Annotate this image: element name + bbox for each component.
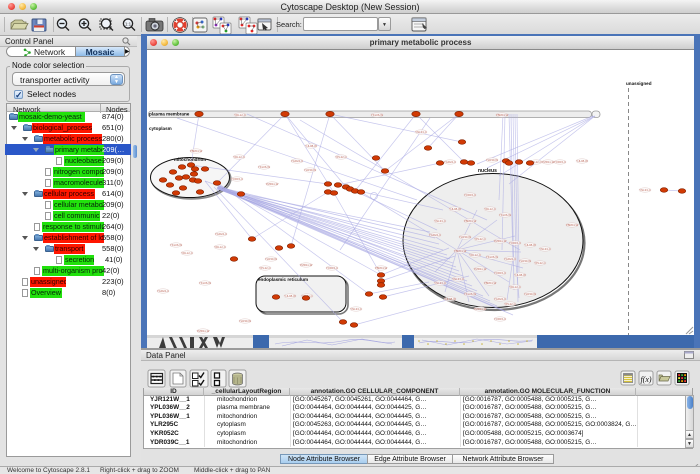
svg-text:plasma membrane: plasma membrane	[149, 112, 190, 117]
svg-text:YOR15-C: YOR15-C	[494, 271, 506, 275]
svg-text:YBR04-W: YBR04-W	[464, 219, 477, 223]
svg-text:YJL08-W: YJL08-W	[444, 297, 456, 301]
svg-text:YKL06-W: YKL06-W	[170, 243, 182, 247]
svg-text:YBR04-W: YBR04-W	[190, 149, 203, 153]
svg-text:YGR24-C: YGR24-C	[444, 160, 456, 164]
svg-text:YGR24-C: YGR24-C	[291, 159, 303, 163]
svg-text:nucleus: nucleus	[478, 168, 497, 174]
svg-text:YMR11-W: YMR11-W	[542, 160, 555, 164]
svg-text:YMR11-W: YMR11-W	[494, 239, 507, 243]
svg-text:YNL33-C: YNL33-C	[434, 281, 446, 285]
svg-text:YJL08-W: YJL08-W	[449, 207, 461, 211]
svg-text:YLR30-W: YLR30-W	[524, 292, 536, 296]
svg-text:YGR24-C: YGR24-C	[504, 257, 516, 261]
svg-text:YBR04-W: YBR04-W	[375, 266, 388, 270]
svg-text:YPL22-C: YPL22-C	[504, 302, 515, 306]
svg-text:YMR11-W: YMR11-W	[300, 263, 313, 267]
svg-text:mitochondrion: mitochondrion	[174, 157, 206, 162]
svg-text:YMR11-W: YMR11-W	[266, 182, 279, 186]
svg-text:YDL12-C: YDL12-C	[233, 155, 245, 159]
svg-text:YDL12-C: YDL12-C	[181, 251, 193, 255]
svg-text:YLR30-W: YLR30-W	[459, 235, 471, 239]
svg-text:YMR11-W: YMR11-W	[197, 329, 210, 333]
svg-text:YGR24-C: YGR24-C	[215, 232, 227, 236]
svg-text:YBR04-W: YBR04-W	[496, 113, 509, 117]
svg-text:YDL12-C: YDL12-C	[509, 285, 521, 289]
svg-text:YPL22-C: YPL22-C	[474, 237, 485, 241]
svg-text:YJL08-W: YJL08-W	[524, 243, 536, 247]
svg-text:YPL22-C: YPL22-C	[259, 266, 270, 270]
svg-text:YNL33-C: YNL33-C	[415, 130, 427, 134]
svg-text:YDL12-C: YDL12-C	[469, 253, 481, 257]
svg-text:YDL12-C: YDL12-C	[484, 207, 496, 211]
svg-text:cytoplasm: cytoplasm	[149, 126, 172, 131]
svg-text:YNL33-C: YNL33-C	[434, 219, 446, 223]
svg-text:YNL33-C: YNL33-C	[539, 247, 551, 251]
svg-text:YGR24-C: YGR24-C	[429, 233, 441, 237]
svg-text:YLR30-W: YLR30-W	[265, 257, 277, 261]
svg-text:YKL06-W: YKL06-W	[371, 113, 383, 117]
svg-text:YMR11-W: YMR11-W	[474, 267, 487, 271]
svg-text:endoplasmic reticulum: endoplasmic reticulum	[258, 277, 308, 282]
svg-text:YLR30-W: YLR30-W	[519, 259, 531, 263]
svg-text:YLR30-W: YLR30-W	[486, 158, 498, 162]
svg-text:YOR15-C: YOR15-C	[509, 241, 521, 245]
svg-text:YDL12-C: YDL12-C	[214, 245, 226, 249]
svg-text:YMR11-W: YMR11-W	[474, 307, 487, 311]
svg-text:YOR15-C: YOR15-C	[326, 266, 338, 270]
svg-text:YOR15-C: YOR15-C	[554, 160, 566, 164]
svg-text:YNL33-C: YNL33-C	[639, 188, 651, 192]
svg-text:YBR04-W: YBR04-W	[484, 281, 497, 285]
svg-text:YPL22-C: YPL22-C	[335, 155, 346, 159]
svg-text:YGR24-C: YGR24-C	[157, 289, 169, 293]
svg-text:YKL06-W: YKL06-W	[464, 292, 476, 296]
svg-text:YLR30-W: YLR30-W	[239, 319, 251, 323]
svg-text:YNL33-C: YNL33-C	[452, 277, 464, 281]
svg-text:YOR15-C: YOR15-C	[464, 193, 476, 197]
svg-text:YGR24-C: YGR24-C	[494, 297, 506, 301]
svg-text:YOR15-C: YOR15-C	[231, 177, 243, 181]
svg-text:YKL06-W: YKL06-W	[499, 213, 511, 217]
svg-text:YJL08-W: YJL08-W	[576, 159, 588, 163]
svg-text:YJL08-W: YJL08-W	[514, 273, 526, 277]
svg-text:YBR04-W: YBR04-W	[454, 249, 467, 253]
svg-text:YKL06-W: YKL06-W	[486, 255, 498, 259]
svg-text:1:1: 1:1	[125, 22, 132, 27]
svg-text:YJL08-W: YJL08-W	[305, 144, 317, 148]
svg-text:YNL33-C: YNL33-C	[350, 307, 362, 311]
svg-text:YPL22-C: YPL22-C	[534, 261, 545, 265]
svg-text:YKL06-W: YKL06-W	[258, 165, 270, 169]
svg-text:YBR04-W: YBR04-W	[566, 223, 579, 227]
svg-text:YOR15-C: YOR15-C	[494, 317, 506, 321]
svg-text:YJL08-W: YJL08-W	[284, 294, 296, 298]
svg-text:YLR30-W: YLR30-W	[304, 168, 316, 172]
svg-text:YKL06-W: YKL06-W	[199, 281, 211, 285]
svg-text:unassigned: unassigned	[626, 81, 652, 86]
svg-text:YDL12-C: YDL12-C	[234, 113, 246, 117]
svg-text:f(x): f(x)	[640, 375, 651, 384]
